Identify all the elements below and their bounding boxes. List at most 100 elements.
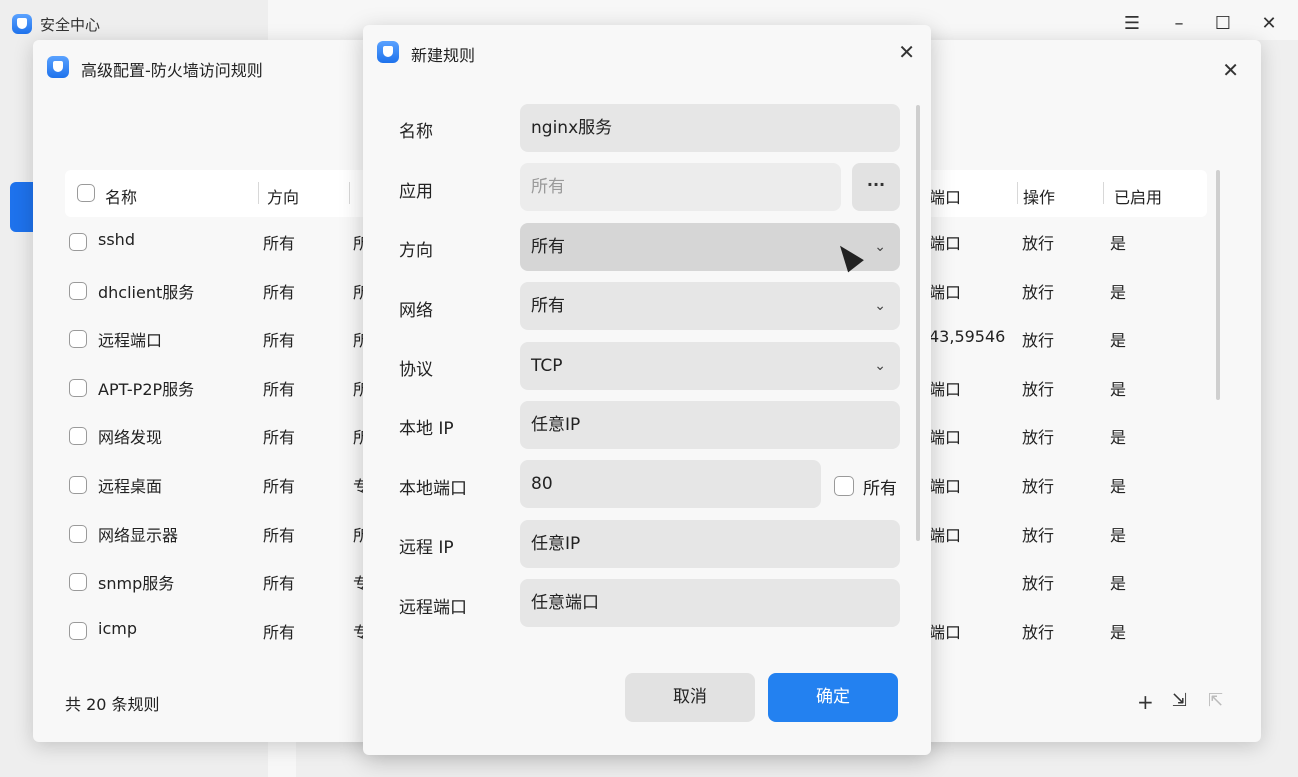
rule-port: 端口 [929,379,962,399]
minimize-icon[interactable]: – [1167,12,1191,36]
rule-port: 端口 [929,282,962,302]
column-header-action[interactable]: 操作 [1023,184,1055,208]
rule-direction: 所有 [263,282,296,302]
rule-name: sshd [98,230,135,249]
column-divider [349,182,350,204]
rule-name: 远程端口 [98,331,163,351]
new-rule-dialog: 新建规则 ✕ 名称 nginx服务 应用 所有 ··· 方向 所有 ⌄ 网络 所… [363,25,931,755]
rule-port: 端口 [929,234,962,253]
rule-enabled: 是 [1110,622,1127,642]
rule-name: 远程桌面 [98,477,163,496]
local-port-label: 本地端口 [399,479,467,499]
chevron-down-icon: ⌄ [874,239,886,255]
rule-enabled: 是 [1110,525,1127,545]
rule-enabled: 是 [1110,428,1127,448]
rule-action: 放行 [1022,574,1055,594]
column-header-direction[interactable]: 方向 [267,184,299,208]
cancel-button[interactable]: 取消 [625,673,755,722]
import-icon[interactable]: ⇲ [1172,690,1187,711]
rule-enabled: 是 [1110,331,1127,351]
rule-direction: 所有 [263,428,296,448]
dialog-scrollbar[interactable] [916,105,920,541]
export-icon[interactable]: ⇱ [1208,690,1223,711]
remote-ip-input[interactable]: 任意IP [520,520,900,568]
rule-enabled: 是 [1110,282,1127,302]
security-center-logo-icon [377,41,399,63]
table-scrollbar[interactable] [1216,170,1220,400]
row-checkbox[interactable] [69,621,87,640]
row-checkbox[interactable] [69,427,87,446]
chevron-down-icon: ⌄ [874,298,886,314]
row-checkbox[interactable] [69,524,87,543]
rule-action: 放行 [1022,331,1055,351]
rule-action: 放行 [1022,379,1055,399]
advanced-config-title: 高级配置-防火墙访问规则 [81,61,263,80]
rule-name: 网络显示器 [98,525,179,545]
protocol-label: 协议 [399,360,433,380]
rule-direction: 所有 [263,525,296,545]
row-checkbox[interactable] [69,281,87,300]
close-icon[interactable]: ✕ [898,40,915,64]
network-label: 网络 [399,301,433,321]
local-port-input[interactable]: 80 [520,460,821,508]
column-divider [1017,182,1018,204]
hamburger-icon[interactable]: ☰ [1120,12,1144,36]
close-icon[interactable]: ✕ [1257,12,1281,36]
rule-direction: 所有 [263,379,296,399]
confirm-button[interactable]: 确定 [768,673,898,722]
local-ip-label: 本地 IP [399,419,454,439]
row-checkbox[interactable] [69,378,87,397]
row-checkbox[interactable] [69,476,87,494]
rule-action: 放行 [1022,477,1055,496]
column-header-enabled[interactable]: 已启用 [1114,184,1162,208]
maximize-icon[interactable]: ☐ [1211,12,1235,36]
close-icon[interactable]: ✕ [1222,58,1239,82]
sidebar-active-item[interactable] [10,182,34,232]
protocol-value: TCP [531,356,563,376]
rule-action: 放行 [1022,234,1055,253]
local-port-all-label[interactable]: 所有 [863,474,897,499]
rule-name: dhclient服务 [98,282,195,302]
rule-enabled: 是 [1110,234,1127,253]
column-header-name[interactable]: 名称 [105,184,137,208]
rule-action: 放行 [1022,428,1055,448]
protocol-select[interactable]: TCP ⌄ [520,342,900,390]
security-center-logo-icon [12,14,32,34]
rule-count: 共 20 条规则 [65,695,160,714]
rule-enabled: 是 [1110,379,1127,399]
column-divider [1103,182,1104,204]
name-label: 名称 [399,122,433,142]
rule-port: 43,59546 [929,327,1006,347]
rule-direction: 所有 [263,234,296,253]
direction-label: 方向 [399,241,433,261]
rule-name: 网络发现 [98,428,163,448]
name-input[interactable]: nginx服务 [520,104,900,152]
rule-port: 端口 [929,622,962,642]
network-select[interactable]: 所有 ⌄ [520,282,900,330]
rule-action: 放行 [1022,622,1055,642]
network-value: 所有 [531,296,565,316]
rule-action: 放行 [1022,525,1055,545]
remote-port-input[interactable]: 任意端口 [520,579,900,627]
main-title: 安全中心 [40,16,101,34]
rule-port: 端口 [929,428,962,448]
rule-direction: 所有 [263,477,296,496]
app-more-button[interactable]: ··· [852,163,900,211]
row-checkbox[interactable] [69,233,87,251]
security-center-logo-icon [47,56,69,78]
row-checkbox[interactable] [69,573,87,592]
dialog-title: 新建规则 [411,46,476,65]
row-checkbox[interactable] [69,330,87,349]
direction-value: 所有 [531,237,565,257]
rule-name: snmp服务 [98,574,175,594]
column-header-port[interactable]: 端口 [929,184,961,208]
app-input[interactable]: 所有 [520,163,841,211]
plus-icon[interactable]: + [1137,690,1154,714]
rule-name: APT-P2P服务 [98,379,195,399]
local-ip-input[interactable]: 任意IP [520,401,900,449]
select-all-checkbox[interactable] [77,184,95,202]
rule-enabled: 是 [1110,574,1127,594]
local-port-all-checkbox[interactable] [834,476,854,496]
rule-port: 端口 [929,525,962,545]
rule-port: 端口 [929,477,962,496]
